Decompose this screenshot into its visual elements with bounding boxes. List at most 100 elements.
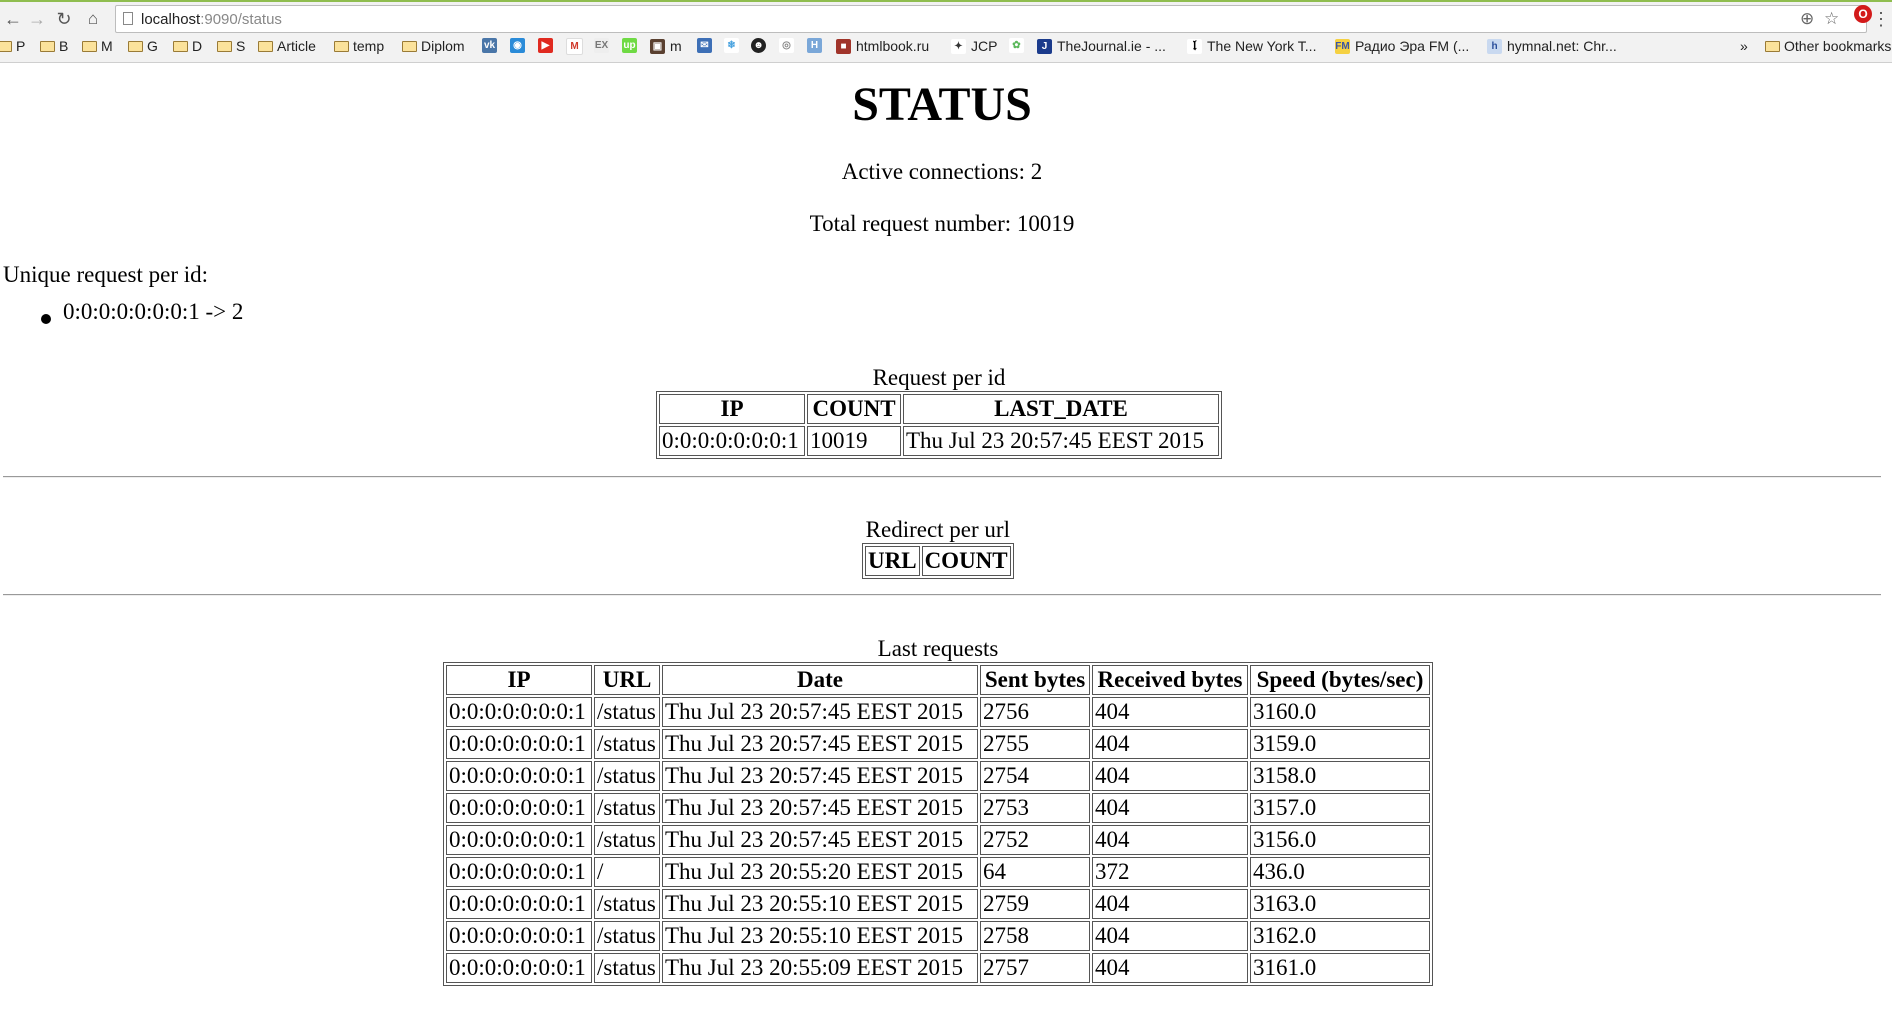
bookmark-ex[interactable]: EX — [594, 38, 614, 53]
menu-icon[interactable]: ⋮ — [1872, 6, 1890, 32]
hymnal-icon: h — [1487, 38, 1502, 54]
unique-request-item: 0:0:0:0:0:0:0:1 -> 2 — [63, 299, 244, 324]
table-cell: / — [594, 857, 660, 887]
youtube-icon: ▶ — [538, 38, 553, 53]
table-row: 0:0:0:0:0:0:0:1/status Thu Jul 23 20:57:4… — [446, 729, 1430, 759]
table-cell: 0:0:0:0:0:0:0:1 — [446, 825, 592, 855]
table-cell: 3156.0 — [1250, 825, 1430, 855]
bookmark-folder-diplom[interactable]: Diplom — [402, 38, 465, 54]
table-cell: Thu Jul 23 20:57:45 EEST 2015 — [662, 793, 978, 823]
bookmark-jcp[interactable]: ✦ JCP — [951, 38, 997, 54]
table-cell: Thu Jul 23 20:57:45 EEST 2015 — [662, 729, 978, 759]
address-bar[interactable]: localhost:9090/status ⊕ ☆ — [115, 5, 1867, 33]
bookmark-folder-g[interactable]: G — [128, 38, 158, 54]
bookmark-h[interactable]: H — [807, 38, 827, 53]
bookmark-github[interactable]: ☻ — [751, 38, 771, 53]
table-cell: /status — [594, 889, 660, 919]
snowflake-icon: ❄ — [724, 38, 739, 53]
column-header: URL — [594, 665, 660, 695]
bookmark-folder-b[interactable]: B — [40, 38, 68, 54]
gmail-icon: M — [566, 38, 583, 55]
bookmark-folder-d[interactable]: D — [173, 38, 202, 54]
divider — [3, 476, 1881, 478]
bookmark-folder-m[interactable]: M — [82, 38, 113, 54]
table-cell: 404 — [1092, 729, 1248, 759]
bookmark-gmail[interactable]: M — [566, 38, 588, 55]
github-icon: ☻ — [751, 38, 766, 53]
divider — [3, 594, 1881, 596]
column-header: COUNT — [807, 394, 901, 424]
bookmarks-bar: P B M G D S Article temp Diplom vk ◉ ▶ M… — [0, 34, 1892, 61]
bookmark-site-1[interactable]: ◉ — [510, 38, 530, 53]
bookmark-upwork[interactable]: up — [622, 38, 642, 53]
bookmark-htmlbook[interactable]: ■ htmlbook.ru — [836, 38, 929, 54]
request-per-id-table: Request per id IP COUNT LAST_DATE 0:0:0:… — [656, 365, 1222, 459]
table-row: 0:0:0:0:0:0:0:1/status Thu Jul 23 20:57:4… — [446, 793, 1430, 823]
column-header: Sent bytes — [980, 665, 1090, 695]
bookmark-hymnal[interactable]: h hymnal.net: Chr... — [1487, 38, 1617, 54]
bookmark-snowflake[interactable]: ❄ — [724, 38, 744, 53]
thejournal-icon: J — [1037, 38, 1052, 54]
bookmark-folder-p[interactable]: P — [0, 38, 25, 54]
bookmark-target[interactable]: ◎ — [779, 38, 799, 53]
folder-icon — [402, 40, 417, 52]
bookmark-other-bookmarks[interactable]: Other bookmarks — [1765, 38, 1891, 54]
table-cell: 10019 — [807, 426, 901, 456]
table-cell: 404 — [1092, 921, 1248, 951]
bookmark-star-icon[interactable]: ☆ — [1824, 9, 1839, 29]
zoom-icon[interactable]: ⊕ — [1800, 9, 1814, 29]
table-cell: 2758 — [980, 921, 1090, 951]
blue-circle-icon: ◉ — [510, 38, 525, 53]
folder-icon — [217, 40, 232, 52]
bookmark-mail[interactable]: ✉ — [697, 38, 717, 53]
forward-arrow-icon[interactable]: → — [26, 6, 48, 32]
list-bullet — [41, 314, 51, 324]
last-requests-caption: Last requests — [877, 636, 999, 661]
jcp-icon: ✦ — [951, 38, 966, 54]
instagram-icon: ▣ — [650, 38, 665, 54]
table-cell: Thu Jul 23 20:55:20 EEST 2015 — [662, 857, 978, 887]
bookmark-thejournal[interactable]: J TheJournal.ie - ... — [1037, 38, 1166, 54]
vk-icon: vk — [482, 38, 497, 53]
bookmark-folder-s[interactable]: S — [217, 38, 245, 54]
table-header-row: IP COUNT LAST_DATE — [659, 394, 1219, 424]
page-icon — [123, 12, 133, 25]
table-cell: /status — [594, 953, 660, 983]
bookmark-vk[interactable]: vk — [482, 38, 502, 53]
bookmark-folder-temp[interactable]: temp — [334, 38, 384, 54]
address-url[interactable]: localhost:9090/status — [141, 11, 282, 28]
table-row: 0:0:0:0:0:0:0:1 10019 Thu Jul 23 20:57:4… — [659, 426, 1219, 456]
table-cell: 404 — [1092, 761, 1248, 791]
column-header: IP — [659, 394, 805, 424]
table-cell: /status — [594, 921, 660, 951]
unique-requests-heading: Unique request per id: — [3, 262, 209, 287]
table-row: 0:0:0:0:0:0:0:1/Thu Jul 23 20:55:20 EEST… — [446, 857, 1430, 887]
extension-icon[interactable]: O — [1854, 5, 1872, 23]
column-header: IP — [446, 665, 592, 695]
target-icon: ◎ — [779, 38, 794, 53]
bookmark-radio-era[interactable]: FM Радио Эра FM (... — [1335, 38, 1469, 54]
table-cell: 404 — [1092, 793, 1248, 823]
table-header-row: IP URL Date Sent bytes Received bytes Sp… — [446, 665, 1430, 695]
page-content: STATUS Active connections: 2 Total reque… — [0, 62, 1892, 1009]
bookmark-nytimes[interactable]: 𝔩 The New York T... — [1187, 38, 1316, 54]
table-cell: 2752 — [980, 825, 1090, 855]
table-cell: 64 — [980, 857, 1090, 887]
bookmark-folder-article[interactable]: Article — [258, 38, 316, 54]
leaf-icon: ✿ — [1009, 38, 1024, 53]
nytimes-icon: 𝔩 — [1187, 38, 1202, 54]
table-cell: /status — [594, 697, 660, 727]
folder-icon — [334, 40, 349, 52]
page-title: STATUS — [852, 78, 1032, 131]
home-icon[interactable]: ⌂ — [82, 6, 104, 32]
back-arrow-icon[interactable]: ← — [2, 6, 24, 32]
htmlbook-icon: ■ — [836, 38, 851, 54]
bookmark-instagram[interactable]: ▣ m — [650, 38, 682, 54]
bookmarks-overflow-button[interactable]: » — [1740, 38, 1748, 54]
bookmark-green-site[interactable]: ✿ — [1009, 38, 1029, 53]
reload-icon[interactable]: ↻ — [53, 6, 75, 32]
bookmark-youtube[interactable]: ▶ — [538, 38, 558, 53]
table-cell: 2755 — [980, 729, 1090, 759]
table-cell: 2757 — [980, 953, 1090, 983]
table-row: 0:0:0:0:0:0:0:1/status Thu Jul 23 20:55:1… — [446, 889, 1430, 919]
